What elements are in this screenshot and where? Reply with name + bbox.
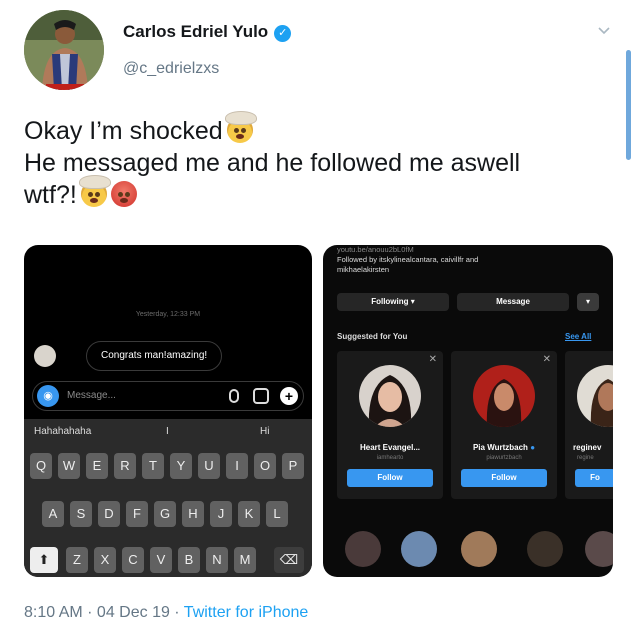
attached-image-dm[interactable]: Yesterday, 12:33 PM Congrats man!amazing…: [24, 245, 312, 577]
message-button[interactable]: Message: [457, 293, 569, 311]
hot-face-emoji-icon: [110, 181, 137, 207]
suggestion-card[interactable]: ✕ Heart Evangel... iamhearto Follow: [337, 351, 443, 499]
suggestion-name[interactable]: Heart Evangel...: [337, 443, 443, 452]
key-v[interactable]: V: [150, 547, 172, 573]
key-a[interactable]: A: [42, 501, 64, 527]
key-d[interactable]: D: [98, 501, 120, 527]
key-t[interactable]: T: [142, 453, 164, 479]
followed-by-line1: Followed by itskylinealcantara, caivillf…: [337, 255, 479, 264]
verified-badge-icon: ✓: [274, 25, 292, 42]
key-n[interactable]: N: [206, 547, 228, 573]
follow-button[interactable]: Follow: [461, 469, 547, 487]
suggested-heading: Suggested for You: [337, 332, 408, 341]
key-k[interactable]: K: [238, 501, 260, 527]
dm-timestamp: Yesterday, 12:33 PM: [135, 311, 201, 318]
tweet-line-2: He messaged me and he followed me aswell: [24, 149, 521, 177]
tweet-timestamp[interactable]: 8:10 AM · 04 Dec 19 ·: [24, 604, 180, 621]
follow-button[interactable]: Fo: [575, 469, 613, 487]
dm-message-bubble: Congrats man!amazing!: [86, 341, 223, 371]
suggestion-name[interactable]: reginev: [573, 443, 613, 452]
story-avatar[interactable]: [401, 531, 437, 567]
key-c[interactable]: C: [122, 547, 144, 573]
suggestion-name[interactable]: Pia Wurtzbach ●: [451, 443, 557, 452]
suggestion-username: regine: [577, 455, 594, 461]
suggestion-card[interactable]: ✕ Pia Wurtzbach ● piawurtzbach Follow: [451, 351, 557, 499]
author-name-text[interactable]: Carlos Edriel Yulo: [123, 22, 268, 41]
gallery-icon[interactable]: [253, 388, 269, 404]
suggestion-username: iamhearto: [376, 455, 404, 461]
shift-key-icon[interactable]: ⬆: [30, 547, 58, 573]
suggestion-avatar[interactable]: [577, 365, 613, 427]
key-m[interactable]: M: [234, 547, 256, 573]
suggestion-2[interactable]: I: [166, 426, 169, 437]
suggestions-dropdown-icon[interactable]: ▾: [577, 293, 599, 311]
author-handle[interactable]: @c_edrielzxs: [123, 60, 219, 78]
key-g[interactable]: G: [154, 501, 176, 527]
follow-button[interactable]: Follow: [347, 469, 433, 487]
key-j[interactable]: J: [210, 501, 232, 527]
suggestion-1[interactable]: Hahahahaha: [34, 426, 91, 437]
dismiss-icon[interactable]: ✕: [429, 354, 437, 365]
exploding-head-emoji-icon: [78, 175, 111, 207]
followed-by-line2: mikhaelakirsten: [337, 265, 390, 274]
tweet-source-link[interactable]: Twitter for iPhone: [184, 604, 309, 621]
microphone-icon[interactable]: [229, 389, 239, 403]
suggestion-name-text: Pia Wurtzbach: [472, 443, 528, 452]
attached-image-profile[interactable]: youtu.be/anouu2bL0fM Followed by itskyli…: [323, 245, 613, 577]
tweet-line-3: wtf?!: [24, 181, 77, 209]
suggestion-avatar[interactable]: [473, 365, 535, 427]
chevron-down-icon[interactable]: [596, 22, 612, 38]
dismiss-icon[interactable]: ✕: [543, 354, 551, 365]
author-name[interactable]: Carlos Edriel Yulo ✓: [123, 22, 292, 42]
dm-message-input[interactable]: ◉ Message... +: [32, 381, 304, 411]
following-button[interactable]: Following ▾: [337, 293, 449, 311]
author-avatar[interactable]: [24, 10, 104, 90]
camera-icon[interactable]: ◉: [37, 385, 59, 407]
tweet-metadata: 8:10 AM · 04 Dec 19 · Twitter for iPhone: [24, 604, 308, 622]
key-o[interactable]: O: [254, 453, 276, 479]
key-u[interactable]: U: [198, 453, 220, 479]
story-avatar[interactable]: [527, 531, 563, 567]
sender-avatar: [34, 345, 56, 367]
keyboard: Hahahahaha I Hi QWERTYUIOPASDFGHJKLZXCVB…: [24, 419, 312, 577]
key-l[interactable]: L: [266, 501, 288, 527]
story-avatar[interactable]: [585, 531, 613, 567]
scrollbar[interactable]: [626, 50, 631, 160]
suggestion-username: piawurtzbach: [486, 455, 522, 461]
see-all-link[interactable]: See All: [565, 332, 591, 341]
key-f[interactable]: F: [126, 501, 148, 527]
backspace-key-icon[interactable]: ⌫: [274, 547, 304, 573]
key-w[interactable]: W: [58, 453, 80, 479]
tweet-text: Okay I’m shocked He messaged me and he f…: [24, 111, 624, 211]
key-q[interactable]: Q: [30, 453, 52, 479]
exploding-head-emoji-icon: [224, 111, 257, 143]
key-x[interactable]: X: [94, 547, 116, 573]
verified-icon: ●: [530, 443, 536, 452]
following-label: Following: [371, 297, 409, 306]
suggestion-card[interactable]: reginev regine Fo: [565, 351, 613, 499]
story-avatar[interactable]: [345, 531, 381, 567]
keyboard-suggestions: Hahahahaha I Hi: [24, 419, 312, 443]
plus-icon[interactable]: +: [280, 387, 298, 405]
profile-followed-by: youtu.be/anouu2bL0fM Followed by itskyli…: [337, 245, 478, 275]
dm-input-placeholder: Message...: [67, 390, 116, 401]
suggestion-avatar[interactable]: [359, 365, 421, 427]
key-s[interactable]: S: [70, 501, 92, 527]
key-p[interactable]: P: [282, 453, 304, 479]
key-y[interactable]: Y: [170, 453, 192, 479]
story-avatar[interactable]: [461, 531, 497, 567]
key-r[interactable]: R: [114, 453, 136, 479]
key-e[interactable]: E: [86, 453, 108, 479]
profile-link-cut: youtu.be/anouu2bL0fM: [337, 245, 414, 254]
key-i[interactable]: I: [226, 453, 248, 479]
tweet-line-1: Okay I’m shocked: [24, 117, 223, 145]
key-b[interactable]: B: [178, 547, 200, 573]
key-z[interactable]: Z: [66, 547, 88, 573]
key-h[interactable]: H: [182, 501, 204, 527]
suggestion-3[interactable]: Hi: [260, 426, 269, 437]
